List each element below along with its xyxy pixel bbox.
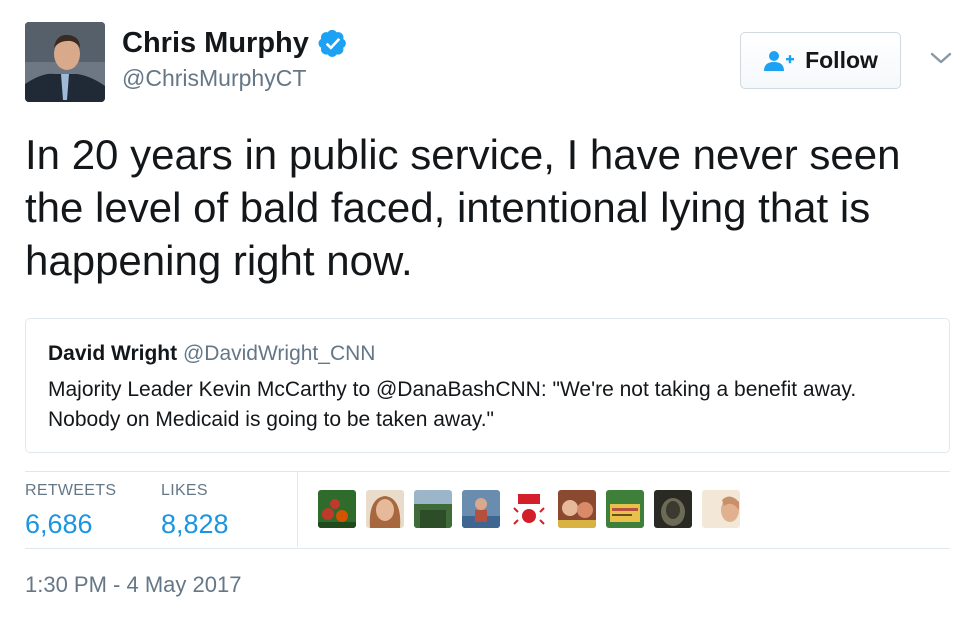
stats-bottom-divider bbox=[25, 548, 950, 549]
quoted-tweet-text: Majority Leader Kevin McCarthy to @DanaB… bbox=[48, 378, 857, 431]
tweet-timestamp[interactable]: 1:30 PM - 4 May 2017 bbox=[25, 571, 241, 599]
liker-avatar-6[interactable] bbox=[558, 490, 596, 528]
follow-button-label: Follow bbox=[805, 47, 878, 73]
author-handle[interactable]: @ChrisMurphyCT bbox=[122, 64, 306, 92]
likes-count: 8,828 bbox=[161, 509, 229, 539]
verified-badge-icon bbox=[318, 29, 346, 57]
liker-avatar-5[interactable] bbox=[510, 490, 548, 528]
retweets-stat[interactable]: RETWEETS 6,686 bbox=[25, 481, 116, 541]
author-avatar[interactable] bbox=[25, 22, 105, 102]
tweet-text: In 20 years in public service, I have ne… bbox=[25, 131, 901, 284]
stats-top-divider bbox=[25, 471, 950, 472]
author-name[interactable]: Chris Murphy bbox=[122, 26, 309, 60]
chevron-down-icon[interactable] bbox=[930, 50, 952, 66]
likes-stat[interactable]: LIKES 8,828 bbox=[161, 481, 229, 541]
quoted-author-name: David Wright bbox=[48, 342, 178, 365]
retweets-label: RETWEETS bbox=[25, 482, 117, 499]
retweets-count: 6,686 bbox=[25, 509, 93, 539]
profile-photo bbox=[25, 22, 105, 102]
liker-avatar-2[interactable] bbox=[366, 490, 404, 528]
liker-avatar-1[interactable] bbox=[318, 490, 356, 528]
liker-avatar-8[interactable] bbox=[654, 490, 692, 528]
likes-label: LIKES bbox=[161, 482, 208, 499]
quoted-tweet[interactable]: David Wright @DavidWright_CNN Majority L… bbox=[25, 318, 950, 453]
liker-avatar-4[interactable] bbox=[462, 490, 500, 528]
liker-avatar-3[interactable] bbox=[414, 490, 452, 528]
quoted-tweet-header: David Wright @DavidWright_CNN bbox=[48, 341, 375, 367]
stats-separator bbox=[297, 472, 298, 547]
quoted-author-handle: @DavidWright_CNN bbox=[182, 342, 376, 365]
add-user-icon bbox=[764, 50, 795, 71]
liker-avatar-9[interactable] bbox=[702, 490, 740, 528]
follow-button[interactable]: Follow bbox=[740, 32, 901, 89]
liker-avatar-7[interactable] bbox=[606, 490, 644, 528]
